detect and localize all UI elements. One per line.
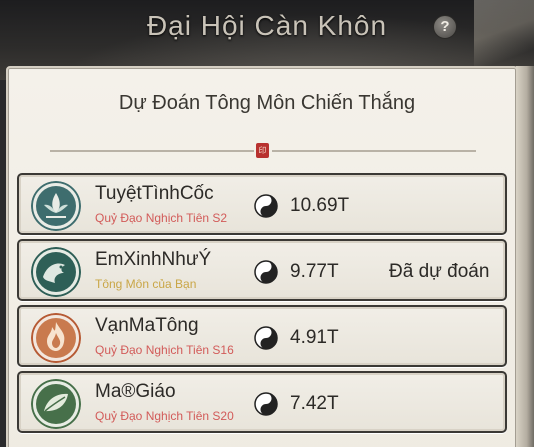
panel-title: Dự Đoán Tông Môn Chiến Thắng (118, 92, 416, 114)
sect-name: EmXinhNhưÝ (95, 249, 212, 270)
sect-name: Ma®Giáo (95, 381, 176, 402)
sect-row-1[interactable]: TuyệtTìnhCốc Quỷ Đạo Nghịch Tiên S2 10.6… (17, 173, 507, 235)
sect-name: TuyệtTìnhCốc (95, 183, 214, 204)
sect-subtitle: Tông Môn của Bạn (95, 277, 197, 291)
divider-right (272, 150, 476, 152)
sect-subtitle: Quỷ Đạo Nghịch Tiên S2 (95, 211, 228, 225)
prediction-status: Đã dự đoán (389, 261, 490, 282)
yin-yang-icon (254, 392, 278, 416)
sect-power-value: 10.69T (290, 195, 350, 216)
lotus-emblem-icon (31, 181, 81, 231)
dragon-emblem-icon (31, 247, 81, 297)
sect-row-3[interactable]: VạnMaTông Quỷ Đạo Nghịch Tiên S16 4.91T (17, 305, 507, 367)
yin-yang-icon (254, 260, 278, 284)
help-button[interactable]: ? (433, 15, 457, 39)
flame-emblem-icon (31, 313, 81, 363)
sect-subtitle: Quỷ Đạo Nghịch Tiên S16 (95, 343, 234, 357)
panel-scroll-edge (516, 66, 534, 447)
sect-name: VạnMaTông (95, 315, 199, 336)
sect-power-value: 9.77T (290, 261, 339, 282)
yin-yang-icon (254, 194, 278, 218)
leaf-emblem-icon (31, 379, 81, 429)
sect-row-2[interactable]: EmXinhNhưÝ Tông Môn của Bạn 9.77T Đã dự … (17, 239, 507, 301)
sect-power-value: 7.42T (290, 393, 339, 414)
sect-subtitle: Quỷ Đạo Nghịch Tiên S20 (95, 409, 234, 423)
yin-yang-icon (254, 326, 278, 350)
divider-left (50, 150, 254, 152)
sect-power-value: 4.91T (290, 327, 339, 348)
seal-icon: 印 (256, 143, 269, 158)
sect-row-4[interactable]: Ma®Giáo Quỷ Đạo Nghịch Tiên S20 7.42T (17, 371, 507, 433)
